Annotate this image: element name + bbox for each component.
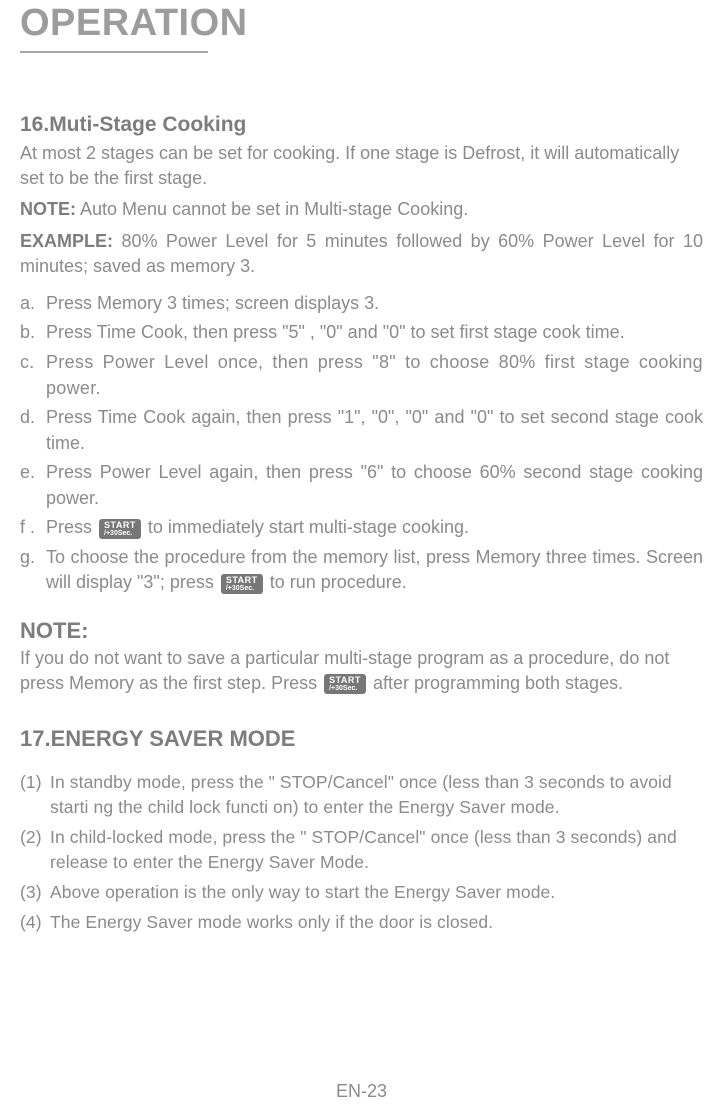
start-line1: START: [226, 576, 258, 585]
page-number: EN-23: [0, 1081, 723, 1102]
step-g: g. To choose the procedure from the memo…: [46, 545, 703, 596]
note-body: If you do not want to save a particular …: [20, 646, 703, 696]
step-marker: g.: [20, 545, 42, 571]
step-a: a. Press Memory 3 times; screen displays…: [46, 291, 703, 317]
section-17-heading: 17.ENERGY SAVER MODE: [20, 726, 703, 752]
start-line1: START: [329, 676, 361, 685]
note-post: after programming both stages.: [373, 673, 623, 693]
note-text: Auto Menu cannot be set in Multi-stage C…: [76, 199, 468, 219]
example-label: EXAMPLE:: [20, 231, 113, 251]
note-label: NOTE:: [20, 199, 76, 219]
item-text: In child-locked mode, press the " STOP/C…: [50, 827, 677, 872]
title-underline: [20, 51, 208, 53]
start-line2: /+30Sec.: [226, 585, 258, 592]
note-heading: NOTE:: [20, 618, 703, 644]
item-marker: (1): [20, 770, 46, 795]
step-marker: b.: [20, 320, 42, 346]
step-text: Press Time Cook, then press "5" , "0" an…: [46, 322, 625, 342]
step-text: Press Power Level once, then press "8" t…: [46, 352, 703, 398]
step-text: Press Memory 3 times; screen displays 3.: [46, 293, 379, 313]
item-text: The Energy Saver mode works only if the …: [50, 912, 493, 932]
step-e: e. Press Power Level again, then press "…: [46, 460, 703, 511]
step-b: b. Press Time Cook, then press "5" , "0"…: [46, 320, 703, 346]
start-line2: /+30Sec.: [104, 530, 136, 537]
step-marker: c.: [20, 350, 42, 376]
item-text: In standby mode, press the " STOP/Cancel…: [50, 772, 672, 817]
step-text: Press Time Cook again, then press "1", "…: [46, 407, 703, 453]
list-item: (2) In child-locked mode, press the " ST…: [50, 825, 703, 875]
step-marker: f .: [20, 515, 42, 541]
start-button-icon: START /+30Sec.: [221, 574, 263, 594]
item-marker: (2): [20, 825, 46, 850]
list-item: (4) The Energy Saver mode works only if …: [50, 910, 703, 935]
section-17-list: (1) In standby mode, press the " STOP/Ca…: [20, 770, 703, 934]
start-line2: /+30Sec.: [329, 685, 361, 692]
step-text-post: to immediately start multi-stage cooking…: [148, 517, 469, 537]
section-16-heading: 16.Muti-Stage Cooking: [20, 113, 703, 137]
section-16-note: NOTE: Auto Menu cannot be set in Multi-s…: [20, 197, 703, 222]
item-marker: (3): [20, 880, 46, 905]
start-button-icon: START /+30Sec.: [324, 674, 366, 694]
step-text: Press Power Level again, then press "6" …: [46, 462, 703, 508]
page-title: OPERATION: [20, 0, 703, 51]
step-d: d. Press Time Cook again, then press "1"…: [46, 405, 703, 456]
item-text: Above operation is the only way to start…: [50, 882, 555, 902]
example-text: 80% Power Level for 5 minutes followed b…: [20, 231, 703, 276]
section-16-intro: At most 2 stages can be set for cooking.…: [20, 141, 703, 191]
section-16-example: EXAMPLE: 80% Power Level for 5 minutes f…: [20, 229, 703, 279]
step-c: c. Press Power Level once, then press "8…: [46, 350, 703, 401]
step-text-post: to run procedure.: [270, 572, 407, 592]
step-text-pre: Press: [46, 517, 97, 537]
start-line1: START: [104, 521, 136, 530]
step-marker: e.: [20, 460, 42, 486]
step-f: f . Press START /+30Sec. to immediately …: [46, 515, 703, 541]
item-marker: (4): [20, 910, 46, 935]
section-16-steps: a. Press Memory 3 times; screen displays…: [20, 291, 703, 596]
step-marker: a.: [20, 291, 42, 317]
start-button-icon: START /+30Sec.: [99, 519, 141, 539]
list-item: (1) In standby mode, press the " STOP/Ca…: [50, 770, 703, 820]
step-marker: d.: [20, 405, 42, 431]
list-item: (3) Above operation is the only way to s…: [50, 880, 703, 905]
